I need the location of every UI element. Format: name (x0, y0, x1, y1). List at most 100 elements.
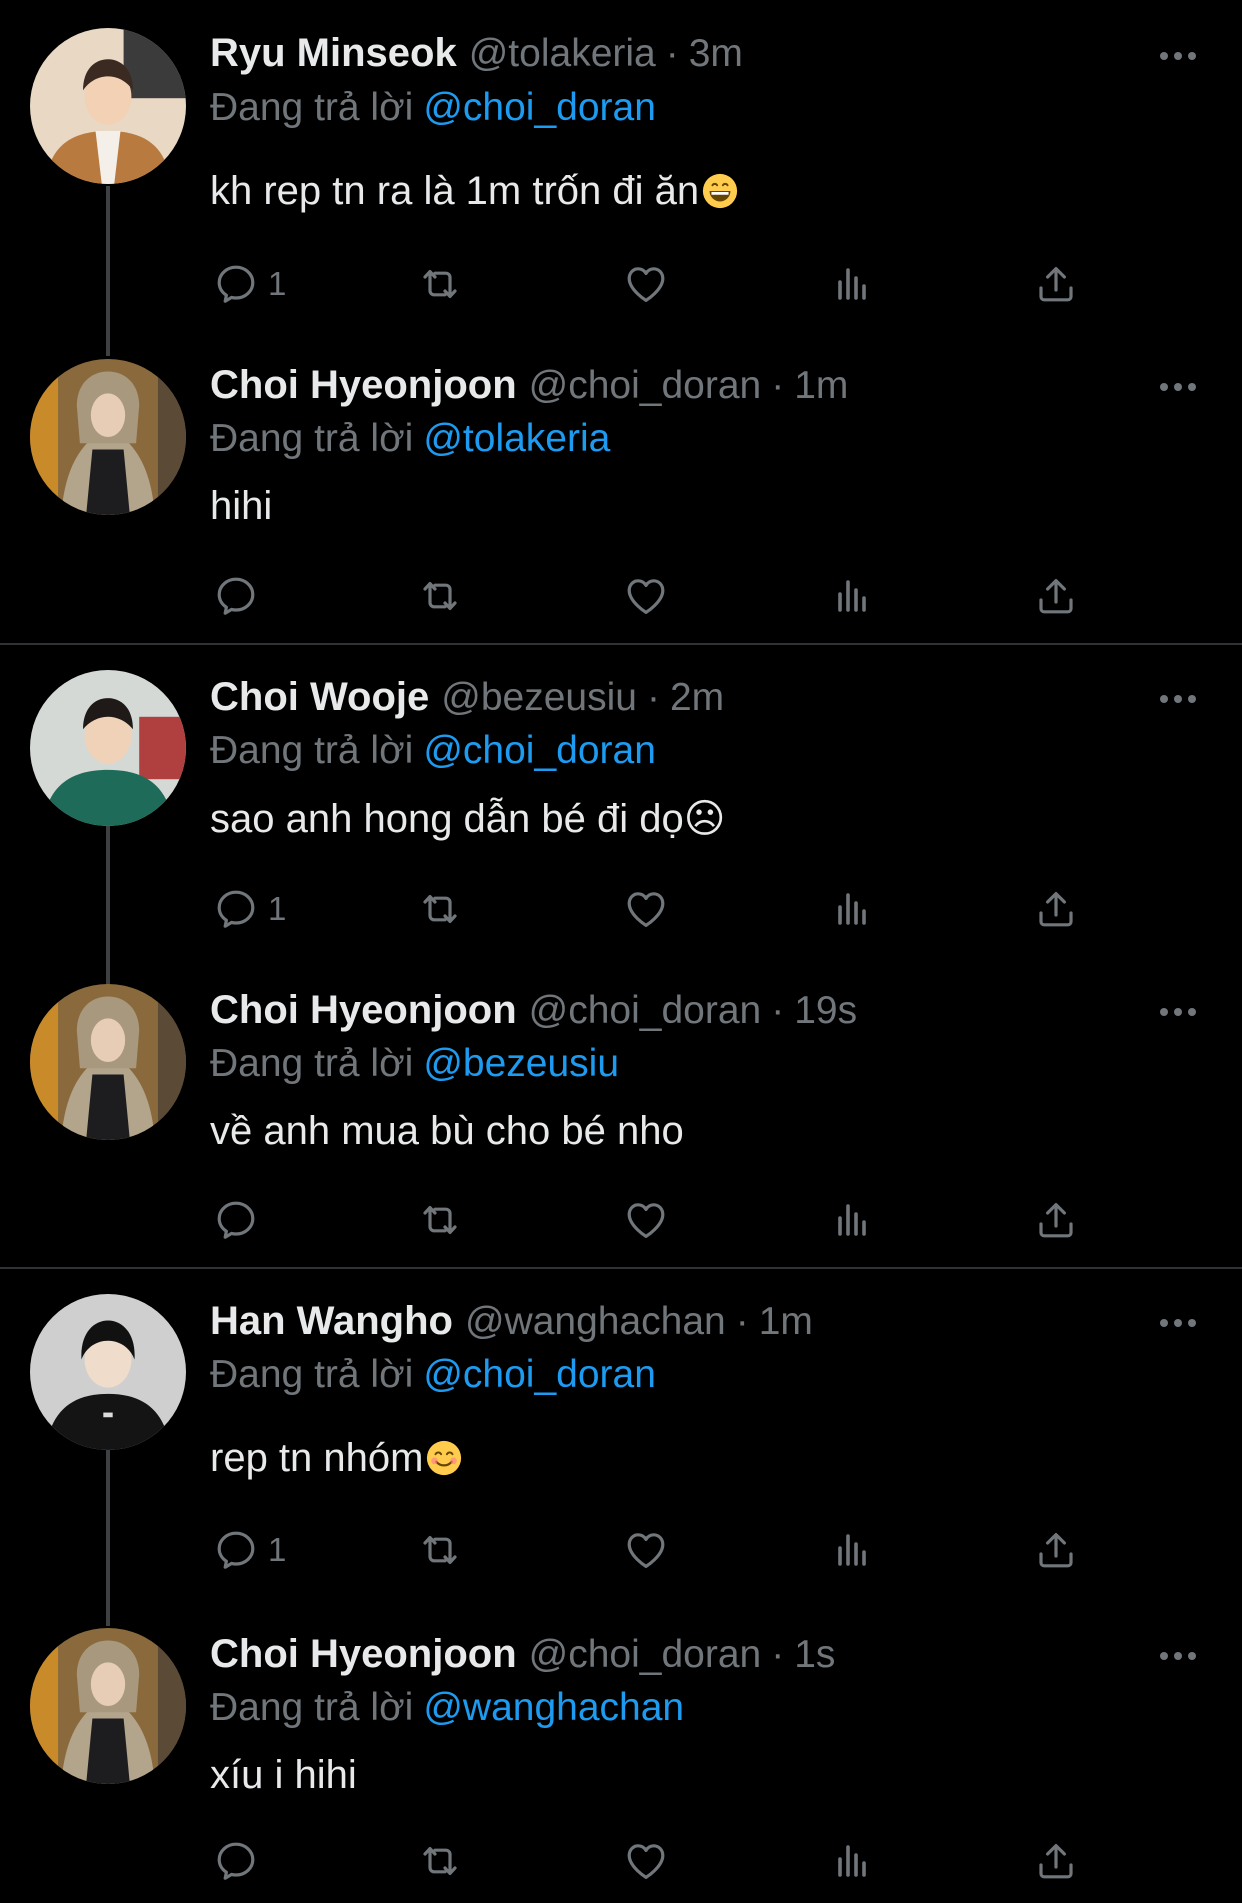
share-icon (1032, 1526, 1080, 1574)
author-name[interactable]: Choi Wooje (210, 675, 429, 720)
divider (0, 643, 1242, 645)
timestamp[interactable]: 1s (794, 1633, 835, 1677)
share-button[interactable] (1032, 259, 1080, 309)
retweet-button[interactable] (416, 259, 464, 309)
share-button[interactable] (1032, 571, 1080, 621)
share-button[interactable] (1032, 1525, 1080, 1575)
author-name[interactable]: Han Wangho (210, 1299, 453, 1344)
author-handle[interactable]: @bezeusiu (441, 676, 637, 720)
retweet-icon (416, 1196, 464, 1244)
retweet-button[interactable] (416, 1836, 464, 1886)
reply-button[interactable] (212, 1836, 260, 1886)
timestamp[interactable]: 3m (689, 32, 743, 76)
author-handle[interactable]: @choi_doran (529, 989, 762, 1033)
avatar[interactable] (30, 1294, 186, 1450)
more-icon[interactable] (1158, 1316, 1198, 1328)
like-button[interactable] (622, 1836, 670, 1886)
tweet-header: Choi Wooje @bezeusiu · 2m (210, 675, 724, 725)
avatar[interactable] (30, 670, 186, 826)
timestamp[interactable]: 1m (759, 1300, 813, 1344)
heart-icon (622, 1526, 670, 1574)
reply-prefix: Đang trả lời (210, 1686, 414, 1729)
tweet-header: Choi Hyeonjoon @choi_doran · 1m (210, 363, 848, 413)
reply-prefix: Đang trả lời (210, 1042, 414, 1085)
replying-to: Đang trả lời @choi_doran (210, 86, 656, 130)
retweet-button[interactable] (416, 884, 464, 934)
tweet-text-wrap: hihi (210, 484, 272, 529)
like-button[interactable] (622, 884, 670, 934)
reply-mention[interactable]: @choi_doran (423, 1353, 656, 1396)
tweet-text-wrap: xíu i hihi (210, 1753, 357, 1798)
like-button[interactable] (622, 571, 670, 621)
more-icon[interactable] (1158, 380, 1198, 392)
author-handle[interactable]: @tolakeria (469, 32, 656, 76)
separator-dot: · (771, 1633, 785, 1676)
retweet-icon (416, 260, 464, 308)
more-icon[interactable] (1158, 692, 1198, 704)
tweet-text-wrap: kh rep tn ra là 1m trốn đi ăn (210, 169, 739, 214)
reply-icon (212, 1196, 260, 1244)
avatar[interactable] (30, 359, 186, 515)
tweet-header: Ryu Minseok @tolakeria · 3m (210, 31, 743, 81)
share-button[interactable] (1032, 1836, 1080, 1886)
like-button[interactable] (622, 1195, 670, 1245)
author-handle[interactable]: @choi_doran (529, 364, 762, 408)
reply-button[interactable]: 1 (212, 1525, 286, 1575)
avatar[interactable] (30, 984, 186, 1140)
views-button[interactable] (828, 884, 876, 934)
tweet-text-wrap: về anh mua bù cho bé nho (210, 1109, 684, 1154)
reply-count: 1 (268, 265, 287, 302)
more-icon[interactable] (1158, 1649, 1198, 1661)
reply-mention[interactable]: @wanghachan (423, 1686, 684, 1729)
tweet-text: về anh mua bù cho bé nho (210, 1109, 684, 1153)
replying-to: Đang trả lời @bezeusiu (210, 1042, 619, 1086)
reply-button[interactable]: 1 (212, 884, 286, 934)
reply-mention[interactable]: @bezeusiu (423, 1042, 619, 1085)
share-button[interactable] (1032, 1195, 1080, 1245)
author-handle[interactable]: @wanghachan (465, 1300, 726, 1344)
separator-dot: · (771, 989, 785, 1032)
like-button[interactable] (622, 259, 670, 309)
share-button[interactable] (1032, 884, 1080, 934)
retweet-button[interactable] (416, 1525, 464, 1575)
author-name[interactable]: Choi Hyeonjoon (210, 363, 517, 408)
like-button[interactable] (622, 1525, 670, 1575)
avatar[interactable] (30, 28, 186, 184)
action-bar: 1 (210, 259, 1110, 309)
more-icon[interactable] (1158, 1005, 1198, 1017)
reply-mention[interactable]: @tolakeria (423, 417, 610, 460)
views-icon (828, 885, 876, 933)
avatar[interactable] (30, 1628, 186, 1784)
reply-button[interactable]: 1 (212, 259, 286, 309)
reply-mention[interactable]: @choi_doran (423, 86, 656, 129)
retweet-button[interactable] (416, 571, 464, 621)
replying-to: Đang trả lời @choi_doran (210, 729, 656, 773)
reply-button[interactable] (212, 571, 260, 621)
tweet-text: rep tn nhóm (210, 1436, 424, 1480)
reply-prefix: Đang trả lời (210, 729, 414, 772)
author-name[interactable]: Choi Hyeonjoon (210, 1632, 517, 1677)
share-icon (1032, 1837, 1080, 1885)
views-button[interactable] (828, 571, 876, 621)
timestamp[interactable]: 19s (794, 989, 857, 1033)
more-icon[interactable] (1158, 49, 1198, 61)
author-handle[interactable]: @choi_doran (529, 1633, 762, 1677)
tweet-text: kh rep tn ra là 1m trốn đi ăn (210, 169, 700, 213)
heart-icon (622, 260, 670, 308)
reply-mention[interactable]: @choi_doran (423, 729, 656, 772)
views-icon (828, 260, 876, 308)
timestamp[interactable]: 2m (670, 676, 724, 720)
retweet-button[interactable] (416, 1195, 464, 1245)
reply-button[interactable] (212, 1195, 260, 1245)
views-button[interactable] (828, 259, 876, 309)
author-name[interactable]: Choi Hyeonjoon (210, 988, 517, 1033)
reply-prefix: Đang trả lời (210, 86, 414, 129)
views-button[interactable] (828, 1836, 876, 1886)
action-bar (210, 1195, 1110, 1245)
views-button[interactable] (828, 1525, 876, 1575)
timestamp[interactable]: 1m (794, 364, 848, 408)
tweet-header: Choi Hyeonjoon @choi_doran · 1s (210, 1632, 835, 1682)
author-name[interactable]: Ryu Minseok (210, 31, 457, 76)
views-button[interactable] (828, 1195, 876, 1245)
separator-dot: · (771, 364, 785, 407)
